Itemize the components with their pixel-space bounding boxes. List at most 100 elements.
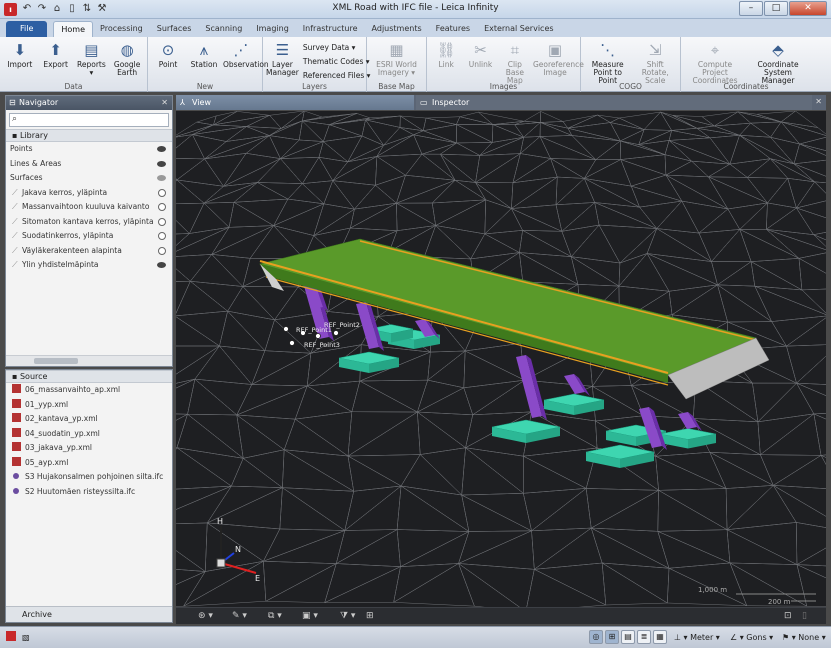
mesh-triangle <box>176 316 221 347</box>
select-icon[interactable]: ✎ ▾ <box>232 610 247 623</box>
surface-item[interactable]: ⟋ Väyläkerakenteen alapinta <box>6 244 172 259</box>
source-file-item[interactable]: 04_suodatin_yp.xml <box>6 427 172 442</box>
tab-surfaces[interactable]: Surfaces <box>150 21 199 37</box>
tab-home[interactable]: Home <box>53 21 94 37</box>
source-file-item[interactable]: 01_yyp.xml <box>6 398 172 413</box>
filter-icon[interactable]: ⧩ ▾ <box>340 610 355 623</box>
source-file-item[interactable]: 06_massanvaihto_ap.xml <box>6 383 172 398</box>
library-header[interactable]: ▪ Library <box>6 129 172 142</box>
eye-icon[interactable] <box>157 175 166 181</box>
archive-header[interactable]: Archive <box>6 606 172 622</box>
library-item-lines-areas[interactable]: Lines & Areas <box>6 157 172 172</box>
view-mode-icon[interactable]: ⧉ ▾ <box>268 610 282 623</box>
tab-scanning[interactable]: Scanning <box>198 21 249 37</box>
library-item-surfaces[interactable]: Surfaces <box>6 171 172 186</box>
other-units-dropdown[interactable]: ⚑ ▾ None ▾ <box>782 631 826 645</box>
eye-icon[interactable] <box>157 262 166 268</box>
mesh-triangle <box>396 180 456 204</box>
snap-icon[interactable]: ◎ <box>589 630 603 644</box>
source-file-item[interactable]: 02_kantava_yp.xml <box>6 412 172 427</box>
table-icon[interactable]: ▤ <box>621 630 635 644</box>
visibility-toggle-icon[interactable] <box>158 232 166 240</box>
source-file-item[interactable]: 05_ayp.xml <box>6 456 172 471</box>
eye-icon[interactable] <box>157 146 166 152</box>
mesh-triangle <box>176 227 230 252</box>
mesh-triangle <box>739 202 768 230</box>
mesh-triangle <box>643 111 673 131</box>
mesh-triangle <box>512 158 558 184</box>
close-navigator-icon[interactable]: ✕ <box>161 96 168 110</box>
mesh-triangle <box>176 378 195 389</box>
maximize-button[interactable]: □ <box>764 1 788 16</box>
source-file-item[interactable]: S3 Hujakonsalmen pohjoinen silta.ifc <box>6 470 172 485</box>
navigator-pane: ⊟ Navigator ✕ ⌕ ▪ Library Points Lines &… <box>5 95 173 367</box>
surface-item[interactable]: ⟋ Sitomaton kantava kerros, yläpinta <box>6 215 172 230</box>
horizontal-scrollbar[interactable] <box>6 355 172 366</box>
minimize-button[interactable]: – <box>739 1 763 16</box>
visibility-toggle-icon[interactable] <box>158 188 166 197</box>
tab-adjustments[interactable]: Adjustments <box>365 21 429 37</box>
lock-icon[interactable]: ▯ <box>802 610 807 623</box>
mesh-triangle <box>555 177 596 206</box>
group-label-base-map: Base Map <box>378 82 415 91</box>
source-file-item[interactable]: 03_jakava_yp.xml <box>6 441 172 456</box>
thematic-codes-dropdown[interactable]: Thematic Codes ▾ <box>301 55 371 68</box>
survey-data-dropdown[interactable]: Survey Data ▾ <box>301 41 371 54</box>
visibility-toggle-icon[interactable] <box>158 246 166 255</box>
angle-units-dropdown[interactable]: ∠ ▾ Gons ▾ <box>730 631 773 645</box>
scrollbar-thumb[interactable] <box>34 358 78 364</box>
mesh-triangle <box>519 229 572 257</box>
3d-viewport[interactable]: REF_Point1 REF_Point2 REF_Point3 H N E 1,0… <box>176 111 826 607</box>
xml-file-icon <box>12 413 21 422</box>
status-app-icon[interactable] <box>6 631 16 645</box>
tab-processing[interactable]: Processing <box>93 21 150 37</box>
pin-icon[interactable]: ⊟ <box>9 96 16 110</box>
mesh-triangle <box>463 350 526 389</box>
mesh-triangle <box>294 411 353 457</box>
visibility-toggle-icon[interactable] <box>158 203 166 211</box>
mesh-triangle <box>567 114 612 129</box>
zoom-extent-icon[interactable]: ⊡ <box>784 610 792 623</box>
tab-imaging[interactable]: Imaging <box>249 21 296 37</box>
mesh-triangle <box>567 127 621 142</box>
source-header[interactable]: ▪ Source <box>6 370 172 383</box>
library-item-points[interactable]: Points <box>6 142 172 157</box>
mesh-triangle <box>801 288 826 314</box>
mesh-triangle <box>375 155 407 186</box>
scale-bars: 1,000 m 200 m <box>698 586 816 606</box>
tab-view[interactable]: ⅄ View <box>176 95 414 110</box>
mesh-triangle <box>189 202 230 234</box>
mesh-triangle <box>798 257 826 291</box>
chart-icon[interactable]: ▦ <box>653 630 667 644</box>
tab-file[interactable]: File <box>6 21 48 37</box>
visibility-toggle-icon[interactable] <box>158 217 166 226</box>
mesh-triangle <box>464 343 525 381</box>
source-file-item[interactable]: S2 Huutomäen risteyssilta.ifc <box>6 485 172 500</box>
eye-icon[interactable] <box>157 160 166 167</box>
list-icon[interactable]: ≣ <box>637 630 651 644</box>
mesh-triangle <box>457 562 520 607</box>
tab-infrastructure[interactable]: Infrastructure <box>296 21 365 37</box>
snap-grid-icon[interactable]: ⊞ <box>605 630 619 644</box>
surface-item[interactable]: ⟋ Ylin yhdistelmäpinta <box>6 258 172 273</box>
referenced-files-dropdown[interactable]: Referenced Files ▾ <box>301 69 371 82</box>
mesh-triangle <box>729 158 772 178</box>
mesh-triangle <box>206 522 281 562</box>
surface-item[interactable]: ⟋ Suodatinkerros, yläpinta <box>6 229 172 244</box>
tab-inspector[interactable]: ▭ Inspector <box>416 95 812 110</box>
surface-item[interactable]: ⟋ Massanvaihtoon kuuluva kaivanto <box>6 200 172 215</box>
distance-units-dropdown[interactable]: ⊥ ▾ Meter ▾ <box>674 631 720 645</box>
mesh-triangle <box>540 111 563 123</box>
cube-icon[interactable]: ▣ ▾ <box>302 610 318 623</box>
navigate-icon[interactable]: ⊛ ▾ <box>198 610 213 623</box>
scene-svg[interactable]: REF_Point1REF_Point2REF_Point3 H N E 1,0… <box>176 111 826 607</box>
tab-external-services[interactable]: External Services <box>477 21 560 37</box>
mesh-triangle <box>707 163 748 178</box>
tab-features[interactable]: Features <box>429 21 477 37</box>
close-view-icon[interactable]: ✕ <box>815 97 822 106</box>
surface-item[interactable]: ⟋ Jakava kerros, yläpinta <box>6 186 172 201</box>
search-input[interactable] <box>10 114 168 126</box>
close-button[interactable]: ✕ <box>789 1 827 16</box>
status-image-icon[interactable]: ▧ <box>22 631 30 645</box>
grid-icon[interactable]: ⊞ <box>366 610 374 623</box>
